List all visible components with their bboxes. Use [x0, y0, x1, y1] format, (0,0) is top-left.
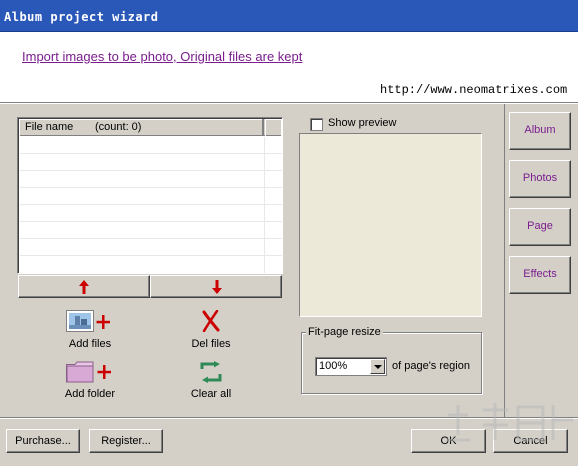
move-up-button[interactable] — [18, 275, 150, 298]
add-folder-label: Add folder — [64, 388, 116, 400]
fit-page-title: Fit-page resize — [306, 326, 383, 338]
purchase-button[interactable]: Purchase... — [6, 429, 80, 453]
preview-area — [299, 133, 482, 317]
title-bar: Album project wizard — [0, 0, 578, 32]
grid-line — [264, 137, 265, 273]
cancel-button[interactable]: Cancel — [493, 429, 568, 453]
website-url: http://www.neomatrixes.com — [380, 83, 568, 97]
zoom-value: 100% — [319, 360, 348, 372]
register-button[interactable]: Register... — [89, 429, 163, 453]
import-description-link[interactable]: Import images to be photo, Original file… — [22, 49, 302, 64]
delete-icon — [202, 310, 220, 332]
add-folder-icon — [66, 361, 111, 383]
ok-button[interactable]: OK — [411, 429, 486, 453]
clear-all-label: Clear all — [190, 388, 232, 400]
zoom-suffix-label: of page's region — [392, 360, 470, 372]
grid-line — [20, 221, 282, 222]
column-header-extra[interactable] — [265, 119, 282, 136]
grid-line — [20, 238, 282, 239]
grid-line — [20, 153, 282, 154]
nav-page-button[interactable]: Page — [509, 208, 571, 246]
chevron-down-icon[interactable] — [370, 359, 385, 374]
ok-label: OK — [440, 435, 457, 447]
register-label: Register... — [101, 435, 151, 447]
nav-photos-button[interactable]: Photos — [509, 160, 571, 198]
add-files-label: Add files — [68, 338, 112, 350]
column-header-file-name[interactable]: File name (count: 0) — [19, 119, 264, 136]
move-down-button[interactable] — [150, 275, 282, 298]
clear-all-button[interactable]: Clear all — [184, 358, 238, 404]
nav-page-label: Page — [527, 220, 553, 232]
arrow-down-icon — [212, 280, 222, 294]
arrow-up-icon — [79, 280, 89, 294]
window-title: Album project wizard — [4, 10, 159, 24]
nav-album-label: Album — [524, 124, 556, 136]
add-files-button[interactable]: Add files — [62, 308, 118, 356]
purchase-label: Purchase... — [15, 435, 71, 447]
grid-line — [20, 170, 282, 171]
show-preview-label[interactable]: Show preview — [328, 117, 396, 129]
del-files-label: Del files — [191, 338, 231, 350]
nav-album-button[interactable]: Album — [509, 112, 571, 150]
grid-line — [20, 187, 282, 188]
nav-effects-button[interactable]: Effects — [509, 256, 571, 294]
grid-line — [20, 255, 282, 256]
nav-photos-label: Photos — [522, 172, 558, 184]
nav-effects-label: Effects — [523, 268, 557, 280]
cancel-label: Cancel — [513, 435, 548, 447]
zoom-dropdown[interactable]: 100% — [315, 357, 387, 376]
grid-line — [20, 204, 282, 205]
show-preview-checkbox[interactable] — [310, 118, 323, 131]
file-list[interactable]: File name (count: 0) — [17, 117, 283, 274]
refresh-icon — [200, 361, 222, 383]
file-list-header: File name (count: 0) — [19, 119, 281, 136]
add-folder-button[interactable]: Add folder — [60, 358, 120, 404]
add-image-icon — [66, 310, 110, 332]
footer-divider — [0, 417, 578, 419]
del-files-button[interactable]: Del files — [184, 308, 238, 356]
file-count-label: (count: 0) — [95, 121, 142, 133]
column-file-name-label: File name — [25, 121, 74, 133]
